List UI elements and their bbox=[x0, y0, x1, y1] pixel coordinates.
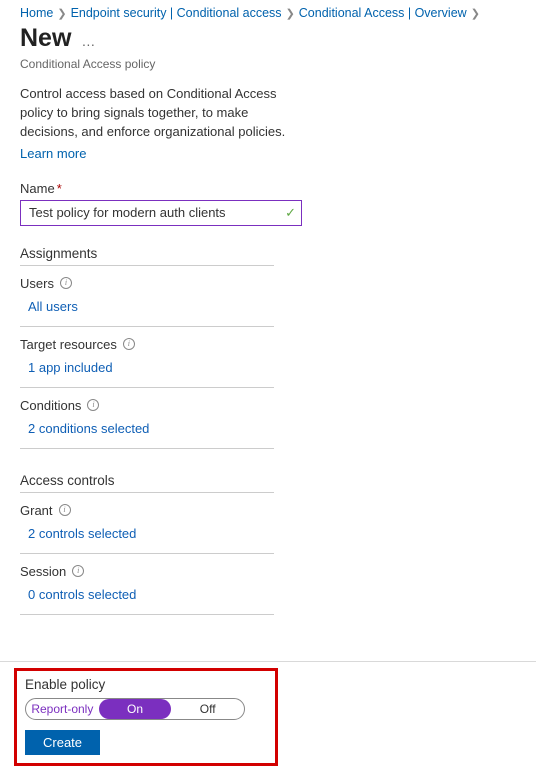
section-divider bbox=[20, 492, 274, 493]
breadcrumb: Home ❯ Endpoint security | Conditional a… bbox=[0, 0, 536, 22]
users-link[interactable]: All users bbox=[28, 299, 78, 314]
toggle-off[interactable]: Off bbox=[171, 699, 244, 719]
session-link[interactable]: 0 controls selected bbox=[28, 587, 136, 602]
enable-policy-toggle[interactable]: Report-only On Off bbox=[25, 698, 245, 720]
checkmark-icon: ✓ bbox=[285, 205, 296, 221]
policy-name-input[interactable] bbox=[20, 200, 302, 226]
item-divider bbox=[20, 326, 274, 327]
item-divider bbox=[20, 614, 274, 615]
users-label: Users bbox=[20, 276, 54, 291]
section-divider bbox=[20, 265, 274, 266]
target-resources-label: Target resources bbox=[20, 337, 117, 352]
item-divider bbox=[20, 553, 274, 554]
info-icon[interactable]: i bbox=[72, 565, 84, 577]
chevron-right-icon: ❯ bbox=[286, 7, 295, 20]
info-icon[interactable]: i bbox=[123, 338, 135, 350]
breadcrumb-conditional-access-overview[interactable]: Conditional Access | Overview bbox=[299, 6, 467, 20]
info-icon[interactable]: i bbox=[59, 504, 71, 516]
item-divider bbox=[20, 387, 274, 388]
enable-policy-label: Enable policy bbox=[25, 677, 267, 692]
intro-text: Control access based on Conditional Acce… bbox=[20, 85, 300, 142]
chevron-right-icon: ❯ bbox=[57, 7, 66, 20]
grant-link[interactable]: 2 controls selected bbox=[28, 526, 136, 541]
grant-label: Grant bbox=[20, 503, 53, 518]
name-field-label: Name bbox=[20, 181, 55, 196]
info-icon[interactable]: i bbox=[87, 399, 99, 411]
required-indicator: * bbox=[57, 181, 62, 196]
more-menu-icon[interactable]: … bbox=[81, 33, 96, 49]
page-subtitle: Conditional Access policy bbox=[0, 57, 536, 85]
enable-policy-region: Enable policy Report-only On Off Create bbox=[14, 668, 278, 766]
target-resources-link[interactable]: 1 app included bbox=[28, 360, 113, 375]
session-label: Session bbox=[20, 564, 66, 579]
learn-more-link[interactable]: Learn more bbox=[20, 146, 86, 161]
chevron-right-icon: ❯ bbox=[471, 7, 480, 20]
conditions-label: Conditions bbox=[20, 398, 81, 413]
conditions-link[interactable]: 2 conditions selected bbox=[28, 421, 149, 436]
footer-divider bbox=[0, 661, 536, 662]
create-button[interactable]: Create bbox=[25, 730, 100, 755]
toggle-report-only[interactable]: Report-only bbox=[26, 699, 99, 719]
breadcrumb-home[interactable]: Home bbox=[20, 6, 53, 20]
item-divider bbox=[20, 448, 274, 449]
access-controls-section-title: Access controls bbox=[20, 473, 516, 488]
info-icon[interactable]: i bbox=[60, 277, 72, 289]
assignments-section-title: Assignments bbox=[20, 246, 516, 261]
page-title: New bbox=[20, 24, 71, 53]
breadcrumb-endpoint-security[interactable]: Endpoint security | Conditional access bbox=[71, 6, 282, 20]
toggle-on[interactable]: On bbox=[99, 699, 172, 719]
